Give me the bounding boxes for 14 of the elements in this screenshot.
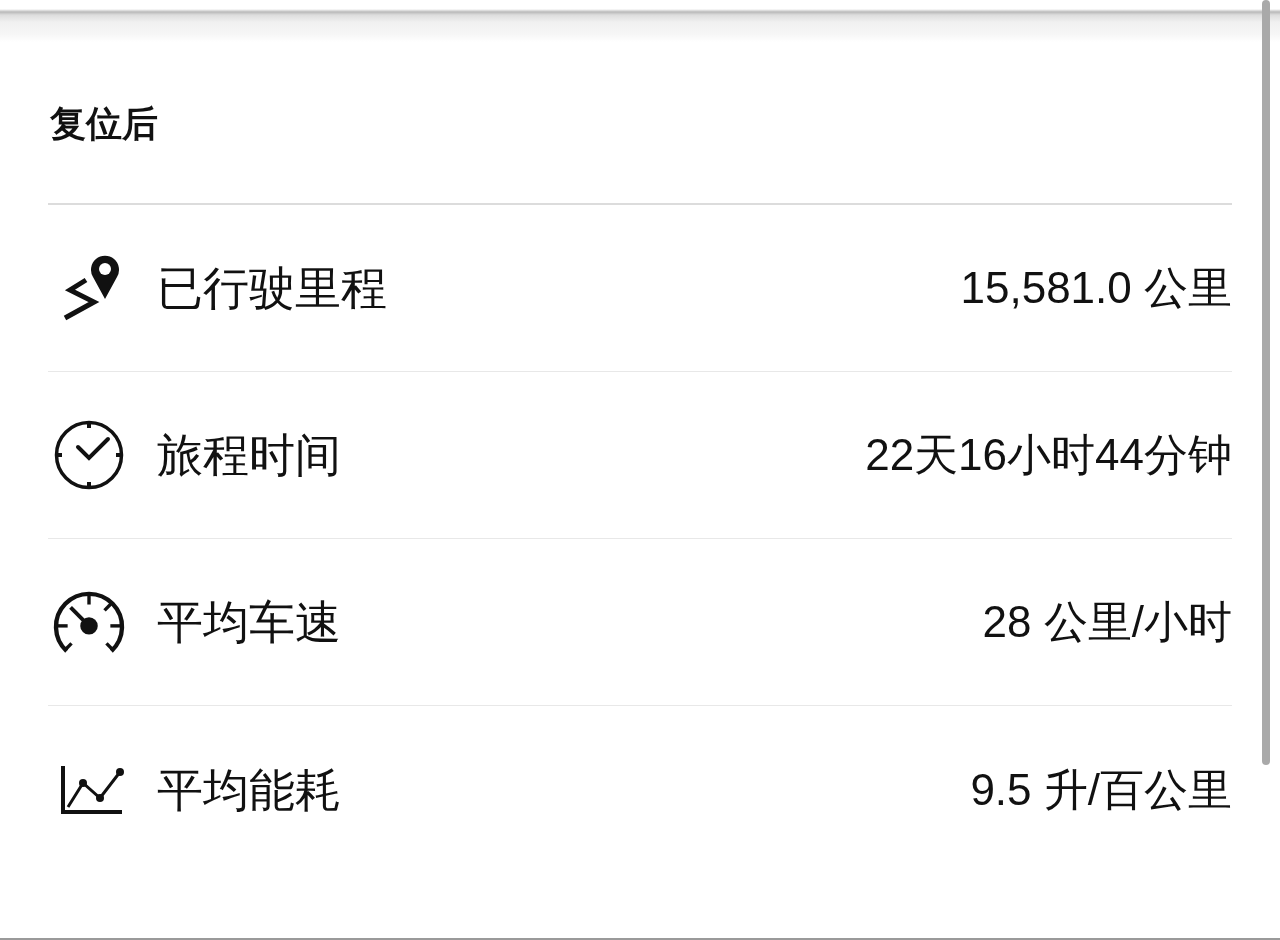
stat-value: 15,581.0 公里 <box>960 262 1232 314</box>
stat-value: 9.5 升/百公里 <box>970 763 1232 816</box>
scrollbar[interactable] <box>1262 0 1270 765</box>
stat-value: 22天16小时44分钟 <box>865 429 1232 481</box>
line-chart-icon <box>59 763 125 816</box>
stat-label: 平均车速 <box>157 595 341 650</box>
stat-label: 已行驶里程 <box>157 261 387 316</box>
stat-label: 平均能耗 <box>157 762 341 818</box>
stat-value: 28 公里/小时 <box>982 596 1232 648</box>
clock-icon <box>54 420 124 490</box>
route-pin-icon <box>62 254 120 322</box>
speedometer-icon <box>52 589 126 655</box>
stat-label: 旅程时间 <box>157 428 341 483</box>
section-title: 复位后 <box>50 103 158 144</box>
